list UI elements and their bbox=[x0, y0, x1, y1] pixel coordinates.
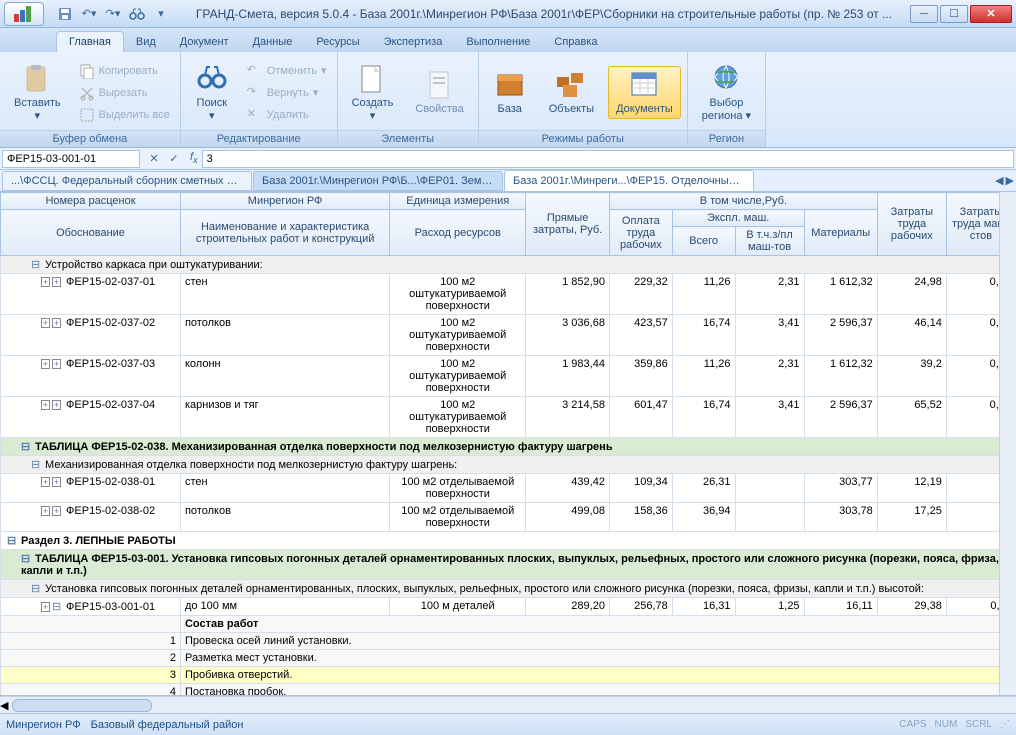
table-header-row[interactable]: ⊟ ТАБЛИЦА ФЕР15-03-001. Установка гипсов… bbox=[1, 550, 1016, 580]
qat-redo-icon[interactable]: ↷▾ bbox=[102, 3, 124, 25]
name-box[interactable]: ФЕР15-03-001-01 bbox=[2, 150, 140, 168]
table-row[interactable]: ++ ФЕР15-02-038-02 потолков100 м2 отделы… bbox=[1, 503, 1016, 532]
redo-button[interactable]: ↷Вернуть ▾ bbox=[243, 83, 331, 103]
work-row[interactable]: 4Постановка пробок. bbox=[1, 684, 1016, 697]
col-labor-workers[interactable]: Затраты труда рабочих bbox=[877, 193, 946, 256]
col-descr[interactable]: Наименование и характеристика строительн… bbox=[180, 210, 389, 256]
group-modes-title: Режимы работы bbox=[479, 130, 687, 147]
document-tabs: ...\ФССЦ. Федеральный сборник сметных це… bbox=[0, 170, 1016, 192]
selectall-button[interactable]: Выделить все bbox=[75, 105, 174, 125]
status-region[interactable]: Минрегион РФ bbox=[6, 719, 81, 731]
ribbon-tab-expertise[interactable]: Экспертиза bbox=[372, 32, 455, 52]
col-consumption[interactable]: Расход ресурсов bbox=[390, 210, 526, 256]
search-button[interactable]: Поиск▾ bbox=[187, 60, 237, 124]
col-basis[interactable]: Обоснование bbox=[1, 210, 181, 256]
copy-button[interactable]: Копировать bbox=[75, 61, 174, 81]
col-including[interactable]: В том числе,Руб. bbox=[609, 193, 877, 210]
group-row[interactable]: ⊟ Установка гипсовых погонных деталей ор… bbox=[1, 580, 1016, 598]
horizontal-scrollbar[interactable]: ◀ bbox=[0, 696, 1016, 713]
ribbon-tab-view[interactable]: Вид bbox=[124, 32, 168, 52]
ribbon-tab-main[interactable]: Главная bbox=[56, 31, 124, 52]
properties-button[interactable]: Свойства bbox=[407, 66, 471, 118]
col-unit[interactable]: Единица измерения bbox=[390, 193, 526, 210]
ribbon-tab-document[interactable]: Документ bbox=[168, 32, 241, 52]
col-mach-wage[interactable]: В т.ч.з/пл маш-тов bbox=[735, 227, 804, 256]
qat-dropdown-icon[interactable]: ▾ bbox=[150, 3, 172, 25]
tab-prev-icon[interactable]: ◀ bbox=[995, 174, 1003, 187]
close-button[interactable]: ✕ bbox=[970, 5, 1012, 23]
group-region-title: Регион bbox=[688, 130, 765, 147]
work-row[interactable]: 2Разметка мест установки. bbox=[1, 650, 1016, 667]
ribbon-tab-data[interactable]: Данные bbox=[241, 32, 305, 52]
doc-tab-3[interactable]: База 2001г.\Минреги...\ФЕР15. Отделочные… bbox=[504, 170, 754, 191]
formula-input[interactable]: 3 bbox=[202, 150, 1014, 168]
app-menu-button[interactable] bbox=[4, 2, 44, 26]
col-materials[interactable]: Материалы bbox=[804, 210, 877, 256]
objects-button[interactable]: Объекты bbox=[541, 66, 602, 118]
col-region[interactable]: Минрегион РФ bbox=[180, 193, 389, 210]
paste-button[interactable]: Вставить▾ bbox=[6, 60, 69, 124]
undo-button[interactable]: ↶Отменить ▾ bbox=[243, 61, 331, 81]
doc-tab-1[interactable]: ...\ФССЦ. Федеральный сборник сметных це… bbox=[2, 171, 252, 191]
table-row[interactable]: ++ ФЕР15-02-037-01 стен100 м2 оштукатури… bbox=[1, 274, 1016, 315]
documents-button[interactable]: Документы bbox=[608, 66, 681, 118]
work-row[interactable]: 3Пробивка отверстий. bbox=[1, 667, 1016, 684]
create-button[interactable]: Создать▾ bbox=[344, 60, 402, 124]
work-row[interactable]: 1Провеска осей линий установки. bbox=[1, 633, 1016, 650]
main-grid[interactable]: Номера расценок Минрегион РФ Единица изм… bbox=[0, 192, 1016, 696]
col-mach[interactable]: Экспл. маш. bbox=[672, 210, 804, 227]
table-row[interactable]: +⊟ ФЕР15-03-001-01 до 100 мм100 м детале… bbox=[1, 598, 1016, 616]
window-title: ГРАНД-Смета, версия 5.0.4 - База 2001г.\… bbox=[178, 7, 910, 21]
table-row[interactable]: ++ ФЕР15-02-037-04 карнизов и тяг100 м2 … bbox=[1, 397, 1016, 438]
quick-access-toolbar: ↶▾ ↷▾ ▾ bbox=[54, 3, 172, 25]
accept-formula-icon[interactable]: ✓ bbox=[165, 152, 183, 165]
status-district[interactable]: Базовый федеральный район bbox=[91, 719, 244, 731]
ribbon-tab-resources[interactable]: Ресурсы bbox=[304, 32, 371, 52]
minimize-button[interactable]: ─ bbox=[910, 5, 938, 23]
region-button[interactable]: Выбор региона ▾ bbox=[694, 60, 759, 124]
maximize-button[interactable]: ☐ bbox=[940, 5, 968, 23]
title-bar: ↶▾ ↷▾ ▾ ГРАНД-Смета, версия 5.0.4 - База… bbox=[0, 0, 1016, 28]
ribbon-tab-help[interactable]: Справка bbox=[542, 32, 609, 52]
fx-icon[interactable]: fx bbox=[190, 151, 198, 165]
ribbon-tab-strip: Главная Вид Документ Данные Ресурсы Эксп… bbox=[0, 28, 1016, 52]
status-scrl: SCRL bbox=[965, 719, 992, 730]
qat-save-icon[interactable] bbox=[54, 3, 76, 25]
table-header-row[interactable]: ⊟ ТАБЛИЦА ФЕР15-02-038. Механизированная… bbox=[1, 438, 1016, 456]
formula-bar: ФЕР15-03-001-01 ✕ ✓ fx 3 bbox=[0, 148, 1016, 170]
group-clipboard-title: Буфер обмена bbox=[0, 130, 180, 147]
cancel-formula-icon[interactable]: ✕ bbox=[145, 152, 163, 165]
section-row[interactable]: ⊟ Раздел 3. ЛЕПНЫЕ РАБОТЫ bbox=[1, 532, 1016, 550]
col-mach-total[interactable]: Всего bbox=[672, 227, 735, 256]
qat-undo-icon[interactable]: ↶▾ bbox=[78, 3, 100, 25]
col-wages[interactable]: Оплата труда рабочих bbox=[609, 210, 672, 256]
status-bar: Минрегион РФ Базовый федеральный район C… bbox=[0, 713, 1016, 735]
table-row[interactable]: ++ ФЕР15-02-038-01 стен100 м2 отделываем… bbox=[1, 474, 1016, 503]
cut-button[interactable]: Вырезать bbox=[75, 83, 174, 103]
group-elements-title: Элементы bbox=[338, 130, 478, 147]
group-row[interactable]: ⊟ Механизированная отделка поверхности п… bbox=[1, 456, 1016, 474]
qat-binoculars-icon[interactable] bbox=[126, 3, 148, 25]
table-row[interactable]: ++ ФЕР15-02-037-03 колонн100 м2 оштукату… bbox=[1, 356, 1016, 397]
status-num: NUM bbox=[935, 719, 958, 730]
resize-grip-icon[interactable]: ⋰ bbox=[1000, 719, 1010, 730]
status-caps: CAPS bbox=[899, 719, 926, 730]
base-button[interactable]: База bbox=[485, 66, 535, 118]
ribbon-body: Вставить▾ Копировать Вырезать Выделить в… bbox=[0, 52, 1016, 148]
group-edit-title: Редактирование bbox=[181, 130, 337, 147]
group-row[interactable]: ⊟ Устройство каркаса при оштукатуривании… bbox=[1, 256, 1016, 274]
work-title-row[interactable]: Состав работ bbox=[1, 616, 1016, 633]
delete-button[interactable]: ✕Удалить bbox=[243, 105, 331, 125]
vertical-scrollbar[interactable] bbox=[999, 192, 1016, 695]
col-numbers[interactable]: Номера расценок bbox=[1, 193, 181, 210]
doc-tab-2[interactable]: База 2001г.\Минрегион РФ\Б...\ФЕР01. Зем… bbox=[253, 171, 503, 191]
col-direct[interactable]: Прямые затраты, Руб. bbox=[526, 193, 610, 256]
ribbon-tab-exec[interactable]: Выполнение bbox=[454, 32, 542, 52]
table-row[interactable]: ++ ФЕР15-02-037-02 потолков100 м2 оштука… bbox=[1, 315, 1016, 356]
tab-next-icon[interactable]: ▶ bbox=[1006, 174, 1014, 187]
